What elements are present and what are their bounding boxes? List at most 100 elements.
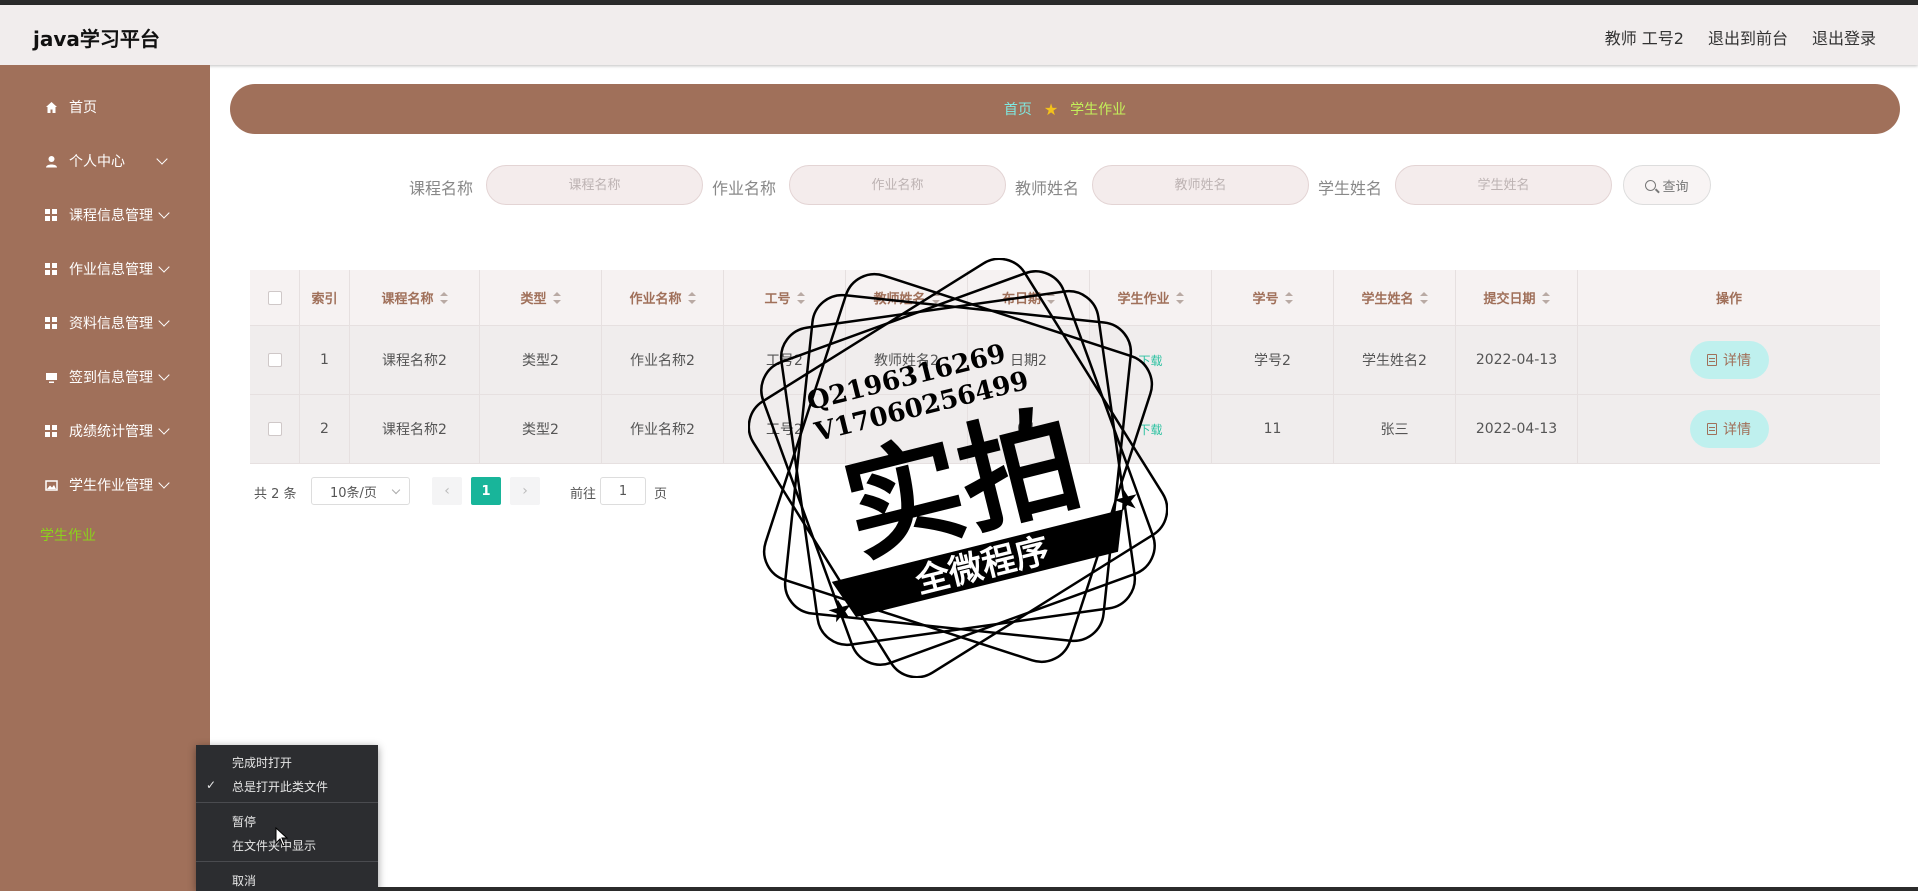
chevron-down-icon bbox=[158, 261, 170, 273]
cell-course: 课程名称2 bbox=[350, 326, 480, 394]
sidebar-item-course-info[interactable]: 课程信息管理 bbox=[0, 195, 210, 235]
image-icon bbox=[44, 478, 58, 492]
col-header-type[interactable]: 类型 bbox=[480, 270, 602, 325]
cell-index: 1 bbox=[300, 326, 350, 394]
sidebar-item-label: 个人中心 bbox=[69, 154, 125, 170]
student-name-input[interactable] bbox=[1395, 165, 1612, 205]
cell-student-name: 学生姓名2 bbox=[1334, 326, 1456, 394]
cell-course: 课程名称2 bbox=[350, 395, 480, 463]
breadcrumb-current: 学生作业 bbox=[1070, 102, 1127, 118]
select-all-cell bbox=[250, 270, 300, 325]
col-header-student-no[interactable]: 学号 bbox=[1212, 270, 1334, 325]
detail-button[interactable]: 详情 bbox=[1689, 410, 1769, 448]
user-label[interactable]: 教师 工号2 bbox=[1605, 25, 1684, 49]
col-header-course[interactable]: 课程名称 bbox=[350, 270, 480, 325]
header-label: 学号 bbox=[1252, 292, 1279, 307]
chevron-down-icon bbox=[158, 477, 170, 489]
chevron-right-icon: › bbox=[522, 483, 528, 499]
goto-label: 前往 bbox=[570, 487, 597, 502]
sort-icon[interactable] bbox=[552, 291, 561, 304]
cell-homework: 作业名称2 bbox=[602, 326, 724, 394]
header-links: 教师 工号2 退出到前台 退出登录 bbox=[1605, 25, 1876, 49]
homework-name-input[interactable] bbox=[789, 165, 1006, 205]
detail-button[interactable]: 详情 bbox=[1689, 341, 1769, 379]
page-number-current[interactable]: 1 bbox=[471, 477, 501, 505]
sidebar-item-home[interactable]: 首页 bbox=[0, 87, 210, 127]
document-icon bbox=[1707, 423, 1717, 435]
download-context-menu: 完成时打开 ✓ 总是打开此类文件 暂停 在文件夹中显示 取消 bbox=[196, 745, 378, 891]
sidebar-item-student-homework[interactable]: 学生作业管理 bbox=[0, 465, 210, 505]
header-label: 课程名称 bbox=[381, 292, 434, 307]
search-icon bbox=[1645, 179, 1657, 191]
menu-item-pause[interactable]: 暂停 bbox=[232, 813, 256, 830]
header-label: 索引 bbox=[311, 292, 338, 307]
menu-item-open-when-done[interactable]: 完成时打开 bbox=[232, 754, 292, 771]
chevron-left-icon: ‹ bbox=[444, 483, 450, 499]
cell-action: 详情 bbox=[1578, 395, 1880, 463]
sidebar-item-checkin-info[interactable]: 签到信息管理 bbox=[0, 357, 210, 397]
search-label-teacher: 教师姓名 bbox=[1015, 179, 1080, 198]
checkmark-icon: ✓ bbox=[206, 778, 217, 792]
sidebar-item-profile[interactable]: 个人中心 bbox=[0, 141, 210, 181]
breadcrumb-home[interactable]: 首页 bbox=[1004, 99, 1032, 119]
back-to-front-link[interactable]: 退出到前台 bbox=[1708, 25, 1788, 49]
col-header-homework[interactable]: 作业名称 bbox=[602, 270, 724, 325]
search-button[interactable]: 查询 bbox=[1623, 165, 1711, 205]
document-icon bbox=[1707, 354, 1717, 366]
sort-icon[interactable] bbox=[1541, 291, 1550, 304]
sidebar-item-label: 资料信息管理 bbox=[69, 316, 153, 332]
header-label: 类型 bbox=[520, 292, 547, 307]
sidebar-subitem-student-homework[interactable]: 学生作业 bbox=[40, 525, 96, 545]
user-icon bbox=[44, 154, 58, 168]
row-select-cell bbox=[250, 395, 300, 463]
sidebar-item-label: 首页 bbox=[69, 100, 97, 116]
menu-item-cancel[interactable]: 取消 bbox=[232, 872, 256, 889]
sort-icon[interactable] bbox=[1175, 291, 1184, 304]
sort-icon[interactable] bbox=[439, 291, 448, 304]
sidebar-item-label: 签到信息管理 bbox=[69, 370, 153, 386]
sort-icon[interactable] bbox=[687, 291, 696, 304]
logout-link[interactable]: 退出登录 bbox=[1812, 25, 1876, 49]
teacher-name-input[interactable] bbox=[1092, 165, 1309, 205]
header-label: 提交日期 bbox=[1483, 292, 1536, 307]
col-header-index: 索引 bbox=[300, 270, 350, 325]
header-label: 作业名称 bbox=[629, 292, 682, 307]
grid-icon bbox=[44, 208, 58, 222]
home-icon bbox=[44, 100, 58, 114]
monitor-icon bbox=[44, 370, 58, 384]
select-all-checkbox[interactable] bbox=[267, 290, 282, 305]
grid-icon bbox=[44, 316, 58, 330]
col-header-action: 操作 bbox=[1578, 270, 1880, 325]
detail-button-label: 详情 bbox=[1723, 422, 1751, 438]
sidebar-item-score-stats[interactable]: 成绩统计管理 bbox=[0, 411, 210, 451]
chevron-down-icon bbox=[158, 369, 170, 381]
cell-submit-date: 2022-04-13 bbox=[1456, 326, 1578, 394]
star-icon: ★ bbox=[1043, 99, 1059, 119]
chevron-down-icon bbox=[158, 315, 170, 327]
search-label-student: 学生姓名 bbox=[1318, 179, 1383, 198]
prev-page-button[interactable]: ‹ bbox=[432, 477, 462, 505]
course-name-input[interactable] bbox=[486, 165, 703, 205]
bottom-strip bbox=[378, 887, 1918, 891]
menu-item-show-in-folder[interactable]: 在文件夹中显示 bbox=[232, 837, 316, 854]
col-header-student-name[interactable]: 学生姓名 bbox=[1334, 270, 1456, 325]
pagination-total: 共 2 条 bbox=[254, 487, 297, 502]
sidebar-item-material-info[interactable]: 资料信息管理 bbox=[0, 303, 210, 343]
sort-icon[interactable] bbox=[1419, 291, 1428, 304]
cell-action: 详情 bbox=[1578, 326, 1880, 394]
sort-icon[interactable] bbox=[1284, 291, 1293, 304]
col-header-submit-date[interactable]: 提交日期 bbox=[1456, 270, 1578, 325]
cell-homework: 作业名称2 bbox=[602, 395, 724, 463]
chevron-down-icon bbox=[158, 423, 170, 435]
chevron-down-icon bbox=[156, 153, 168, 165]
menu-item-always-open[interactable]: 总是打开此类文件 bbox=[232, 778, 328, 795]
sidebar: 首页 个人中心 课程信息管理 作业信息管理 资料信息管理 签到信息管理 成绩统计… bbox=[0, 65, 210, 891]
breadcrumb: 首页 ★ 学生作业 bbox=[230, 84, 1900, 134]
page-size-select[interactable]: 10条/页 bbox=[311, 477, 410, 505]
search-button-label: 查询 bbox=[1662, 179, 1689, 195]
row-checkbox[interactable] bbox=[267, 422, 282, 436]
sidebar-item-homework-info[interactable]: 作业信息管理 bbox=[0, 249, 210, 289]
goto-page-input[interactable] bbox=[600, 477, 646, 505]
next-page-button[interactable]: › bbox=[510, 477, 540, 505]
row-checkbox[interactable] bbox=[267, 353, 282, 367]
